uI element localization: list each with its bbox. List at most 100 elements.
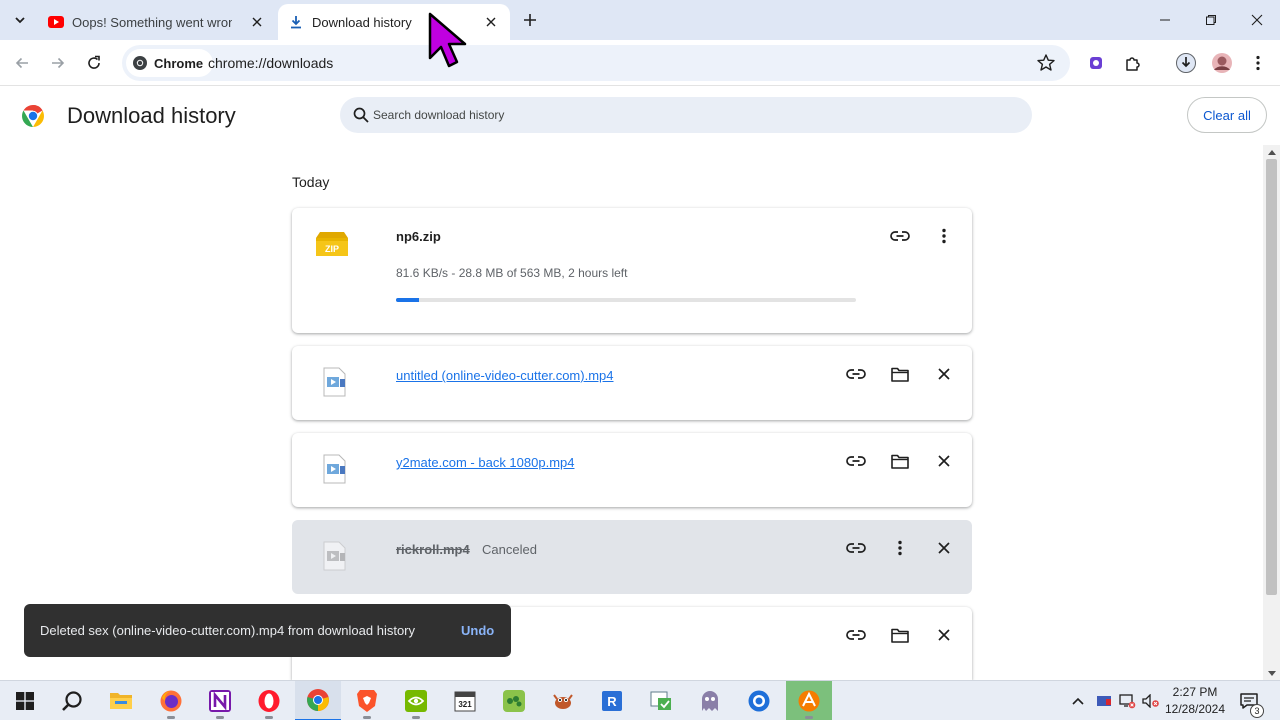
copy-link-button[interactable] — [844, 362, 868, 386]
volume-muted-icon[interactable] — [1140, 681, 1162, 720]
download-filename-link[interactable]: untitled (online-video-cutter.com).mp4 — [396, 368, 614, 383]
app-shield-icon[interactable] — [736, 681, 782, 720]
restore-button[interactable] — [1188, 6, 1234, 34]
app-green-icon[interactable] — [638, 681, 684, 720]
video-file-icon — [323, 367, 346, 397]
reload-button[interactable] — [80, 49, 108, 77]
download-filename: rickroll.mp4 — [396, 542, 470, 557]
forward-arrow-icon — [52, 57, 65, 69]
copy-link-button[interactable] — [844, 623, 868, 647]
nvidia-icon[interactable] — [393, 681, 439, 720]
profile-avatar[interactable] — [1210, 51, 1234, 75]
tray-overflow-chevron-icon[interactable] — [1068, 681, 1088, 720]
remove-from-list-button[interactable] — [932, 623, 956, 647]
minimize-button[interactable] — [1142, 6, 1188, 34]
bookmark-star-icon[interactable] — [1036, 53, 1056, 73]
link-icon — [846, 630, 866, 640]
copy-link-button[interactable] — [844, 449, 868, 473]
crab-icon[interactable] — [540, 681, 586, 720]
close-icon — [938, 542, 950, 554]
firefox-icon[interactable] — [148, 681, 194, 720]
opera-icon[interactable] — [246, 681, 292, 720]
close-icon — [938, 629, 950, 641]
remove-from-list-button[interactable] — [932, 536, 956, 560]
app-orange-icon[interactable] — [786, 681, 832, 720]
svg-text:321: 321 — [458, 700, 472, 709]
reload-icon — [88, 55, 100, 69]
clear-all-button[interactable]: Clear all — [1187, 97, 1267, 133]
close-icon — [1251, 14, 1263, 26]
back-arrow-icon — [15, 57, 28, 69]
section-date-header: Today — [292, 174, 330, 190]
download-progress-fill — [396, 298, 420, 302]
tray-app-icon[interactable] — [1094, 681, 1114, 720]
back-button[interactable] — [8, 49, 36, 77]
undo-button[interactable]: Undo — [461, 623, 494, 638]
network-icon[interactable] — [1116, 681, 1138, 720]
download-filename: np6.zip — [396, 229, 441, 244]
download-icon — [288, 14, 304, 30]
show-in-folder-button[interactable] — [888, 362, 912, 386]
svg-text:ZIP: ZIP — [325, 244, 339, 254]
onenote-icon[interactable] — [197, 681, 243, 720]
downloads-toolbar-icon[interactable] — [1174, 51, 1198, 75]
clock-time: 2:27 PM — [1172, 685, 1218, 699]
video-file-icon — [323, 454, 346, 484]
tab-youtube[interactable]: Oops! Something went wrong — [40, 4, 276, 40]
start-icon[interactable] — [2, 681, 48, 720]
close-tab-icon[interactable] — [248, 13, 266, 31]
close-icon — [938, 455, 950, 467]
show-in-folder-button[interactable] — [888, 449, 912, 473]
page-scrollbar[interactable] — [1263, 145, 1280, 680]
extensions-puzzle-icon[interactable] — [1121, 51, 1145, 75]
search-downloads[interactable] — [340, 97, 1032, 133]
search-input[interactable] — [373, 97, 1013, 133]
tab-download-history[interactable]: Download history — [278, 4, 510, 40]
download-item: y2mate.com - back 1080p.mp4 — [292, 433, 972, 507]
close-window-button[interactable] — [1234, 6, 1280, 34]
copy-link-button[interactable] — [888, 224, 912, 248]
download-item: ZIP np6.zip 81.6 KB/s - 28.8 MB of 563 M… — [292, 208, 972, 333]
tab-title: Download history — [312, 14, 412, 30]
forward-button[interactable] — [44, 49, 72, 77]
copy-link-button[interactable] — [844, 536, 868, 560]
ghost-icon[interactable] — [687, 681, 733, 720]
address-bar[interactable]: Chrome chrome://downloads — [122, 45, 1070, 81]
chrome-logo-icon — [22, 105, 44, 127]
chip-label: Chrome — [154, 55, 204, 71]
chrome-menu-icon[interactable] — [1246, 51, 1270, 75]
chrome-icon[interactable] — [295, 681, 341, 720]
taskbar-clock[interactable]: 2:27 PM 12/28/2024 — [1160, 684, 1230, 718]
search-icon[interactable] — [49, 681, 95, 720]
remove-from-list-button[interactable] — [932, 449, 956, 473]
notification-center-icon[interactable]: 3 — [1236, 681, 1264, 720]
new-tab-button[interactable] — [518, 8, 542, 32]
link-icon — [846, 369, 866, 379]
remove-from-list-button[interactable] — [932, 362, 956, 386]
scroll-up-arrow-icon[interactable] — [1263, 145, 1280, 159]
close-icon — [938, 368, 950, 380]
more-actions-button[interactable] — [888, 536, 912, 560]
calendar-icon[interactable]: 321 — [442, 681, 488, 720]
close-tab-icon[interactable] — [482, 13, 500, 31]
site-info-chip[interactable]: Chrome — [126, 49, 214, 77]
pea-icon[interactable] — [491, 681, 537, 720]
extension-purple-icon[interactable] — [1084, 51, 1108, 75]
download-filename-link[interactable]: y2mate.com - back 1080p.mp4 — [396, 455, 574, 470]
download-item-canceled: rickroll.mp4 Canceled — [292, 520, 972, 594]
show-in-folder-button[interactable] — [888, 623, 912, 647]
scrollbar-thumb[interactable] — [1266, 159, 1277, 595]
toast-message: Deleted sex (online-video-cutter.com).mp… — [40, 623, 416, 638]
more-vert-icon — [942, 228, 946, 244]
file-explorer-icon[interactable] — [98, 681, 144, 720]
download-item: untitled (online-video-cutter.com).mp4 — [292, 346, 972, 420]
tab-search-button[interactable] — [8, 8, 32, 32]
url-text[interactable]: chrome://downloads — [208, 55, 333, 71]
more-vert-icon — [898, 540, 902, 556]
brave-icon[interactable] — [344, 681, 390, 720]
app-blue-icon[interactable]: R — [589, 681, 635, 720]
more-actions-button[interactable] — [932, 224, 956, 248]
chrome-logo-icon — [133, 56, 147, 70]
folder-icon — [891, 367, 909, 382]
scroll-down-arrow-icon[interactable] — [1263, 666, 1280, 680]
